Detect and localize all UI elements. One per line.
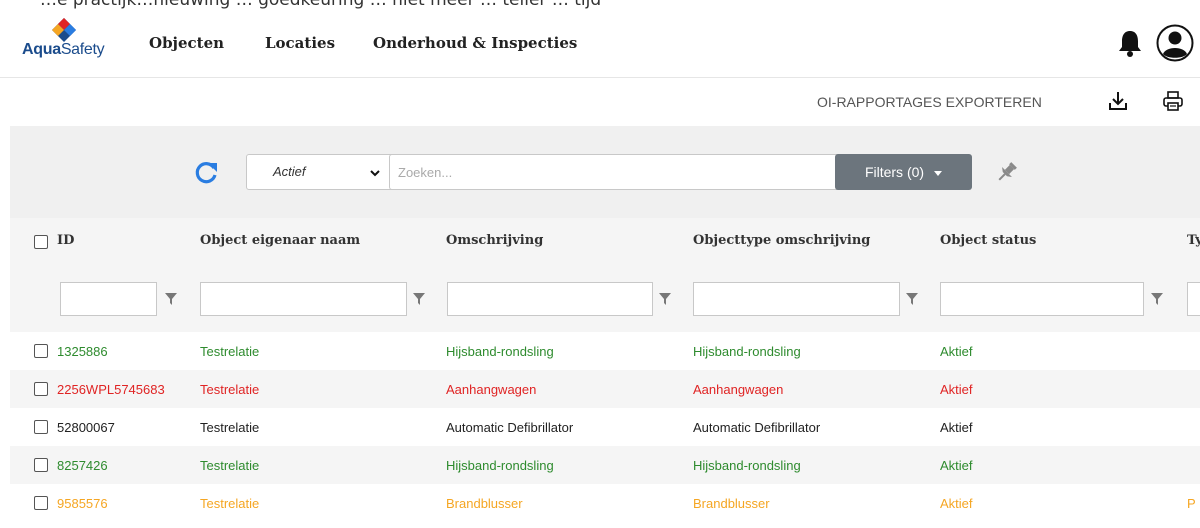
chevron-down-icon <box>370 170 380 177</box>
row-checkbox[interactable] <box>34 420 48 434</box>
cell-object-type: Brandblusser <box>693 496 770 511</box>
cell-object-type: Hijsband-rondsling <box>693 458 801 473</box>
row-checkbox[interactable] <box>34 382 48 396</box>
top-banner-text: …e practijk…nieuwing … goedkeuring … nie… <box>40 0 602 10</box>
cell-description: Hijsband-rondsling <box>446 458 554 473</box>
aquasafety-logo-icon <box>52 18 76 42</box>
filter-input-type[interactable] <box>1187 282 1200 316</box>
cell-description: Brandblusser <box>446 496 523 511</box>
filter-input-id[interactable] <box>60 282 157 316</box>
cell-object-type: Automatic Defibrillator <box>693 420 821 435</box>
cell-object-status: Aktief <box>940 420 973 435</box>
column-header-type[interactable]: Ty <box>1187 233 1200 248</box>
filter-input-object-type[interactable] <box>693 282 900 316</box>
funnel-icon[interactable] <box>659 293 671 305</box>
row-checkbox[interactable] <box>34 344 48 358</box>
row-checkbox[interactable] <box>34 458 48 472</box>
filter-input-description[interactable] <box>447 282 653 316</box>
cell-description: Aanhangwagen <box>446 382 537 397</box>
refresh-icon[interactable] <box>193 160 219 186</box>
cell-description: Automatic Defibrillator <box>446 420 574 435</box>
funnel-icon[interactable] <box>413 293 425 305</box>
cell-object-status: Aktief <box>940 458 973 473</box>
status-filter-value: Actief <box>273 164 306 179</box>
cell-id: 52800067 <box>57 420 115 435</box>
cell-id: 8257426 <box>57 458 108 473</box>
cell-owner-name: Testrelatie <box>200 382 260 397</box>
column-header-description[interactable]: Omschrijving <box>446 233 543 248</box>
search-input[interactable] <box>389 154 845 190</box>
export-oi-reports-link[interactable]: OI-RAPPORTAGES EXPORTEREN <box>817 94 1042 110</box>
table-row[interactable]: 2256WPL5745683 Testrelatie Aanhangwagen … <box>10 370 1200 408</box>
print-icon[interactable] <box>1162 90 1184 112</box>
column-filter-row <box>10 266 1200 332</box>
cell-object-status: Aktief <box>940 496 973 511</box>
top-banner: …e practijk…nieuwing … goedkeuring … nie… <box>0 0 1200 14</box>
funnel-icon[interactable] <box>906 293 918 305</box>
cell-object-type: Aanhangwagen <box>693 382 784 397</box>
column-header-object-type[interactable]: Objecttype omschrijving <box>693 233 870 248</box>
cell-id: 2256WPL5745683 <box>57 382 165 397</box>
cell-owner-name: Testrelatie <box>200 344 260 359</box>
app-logo[interactable]: AquaSafety <box>22 18 114 66</box>
cell-object-status: Aktief <box>940 344 973 359</box>
table-row[interactable]: 9585576 Testrelatie Brandblusser Brandbl… <box>10 484 1200 522</box>
column-header-owner-name[interactable]: Object eigenaar naam <box>200 233 360 248</box>
cell-type: P <box>1187 496 1196 511</box>
download-icon[interactable] <box>1107 90 1129 112</box>
user-avatar-icon[interactable] <box>1156 24 1194 62</box>
top-navigation: AquaSafety Objecten Locaties Onderhoud &… <box>0 14 1200 78</box>
row-checkbox[interactable] <box>34 496 48 510</box>
filters-button[interactable]: Filters (0) <box>835 154 972 190</box>
filter-input-object-status[interactable] <box>940 282 1144 316</box>
cell-owner-name: Testrelatie <box>200 420 260 435</box>
filters-button-label: Filters (0) <box>864 164 925 180</box>
caret-down-icon <box>934 170 943 176</box>
select-all-checkbox[interactable] <box>34 235 48 249</box>
cell-object-status: Aktief <box>940 382 973 397</box>
table-header: ID Object eigenaar naam Omschrijving Obj… <box>10 218 1200 266</box>
filter-input-owner-name[interactable] <box>200 282 407 316</box>
table-row[interactable]: 8257426 Testrelatie Hijsband-rondsling H… <box>10 446 1200 484</box>
cell-description: Hijsband-rondsling <box>446 344 554 359</box>
funnel-icon[interactable] <box>165 293 177 305</box>
table-row[interactable]: 1325886 Testrelatie Hijsband-rondsling H… <box>10 332 1200 370</box>
nav-item-locaties[interactable]: Locaties <box>265 34 335 52</box>
export-bar: OI-RAPPORTAGES EXPORTEREN <box>0 78 1200 126</box>
cell-object-type: Hijsband-rondsling <box>693 344 801 359</box>
funnel-icon[interactable] <box>1151 293 1163 305</box>
cell-id: 9585576 <box>57 496 108 511</box>
cell-owner-name: Testrelatie <box>200 496 260 511</box>
column-header-id[interactable]: ID <box>57 233 74 248</box>
list-toolbar: Actief Filters (0) <box>10 126 1200 218</box>
bell-icon[interactable] <box>1115 28 1145 58</box>
table-row[interactable]: 52800067 Testrelatie Automatic Defibrill… <box>10 408 1200 446</box>
pin-icon[interactable] <box>995 160 1019 184</box>
nav-item-objecten[interactable]: Objecten <box>149 34 224 52</box>
cell-id: 1325886 <box>57 344 108 359</box>
brand-name: AquaSafety <box>22 41 105 58</box>
column-header-object-status[interactable]: Object status <box>940 233 1036 248</box>
cell-owner-name: Testrelatie <box>200 458 260 473</box>
nav-item-onderhoud-inspecties[interactable]: Onderhoud & Inspecties <box>373 34 577 52</box>
status-filter-select[interactable]: Actief <box>246 154 396 190</box>
